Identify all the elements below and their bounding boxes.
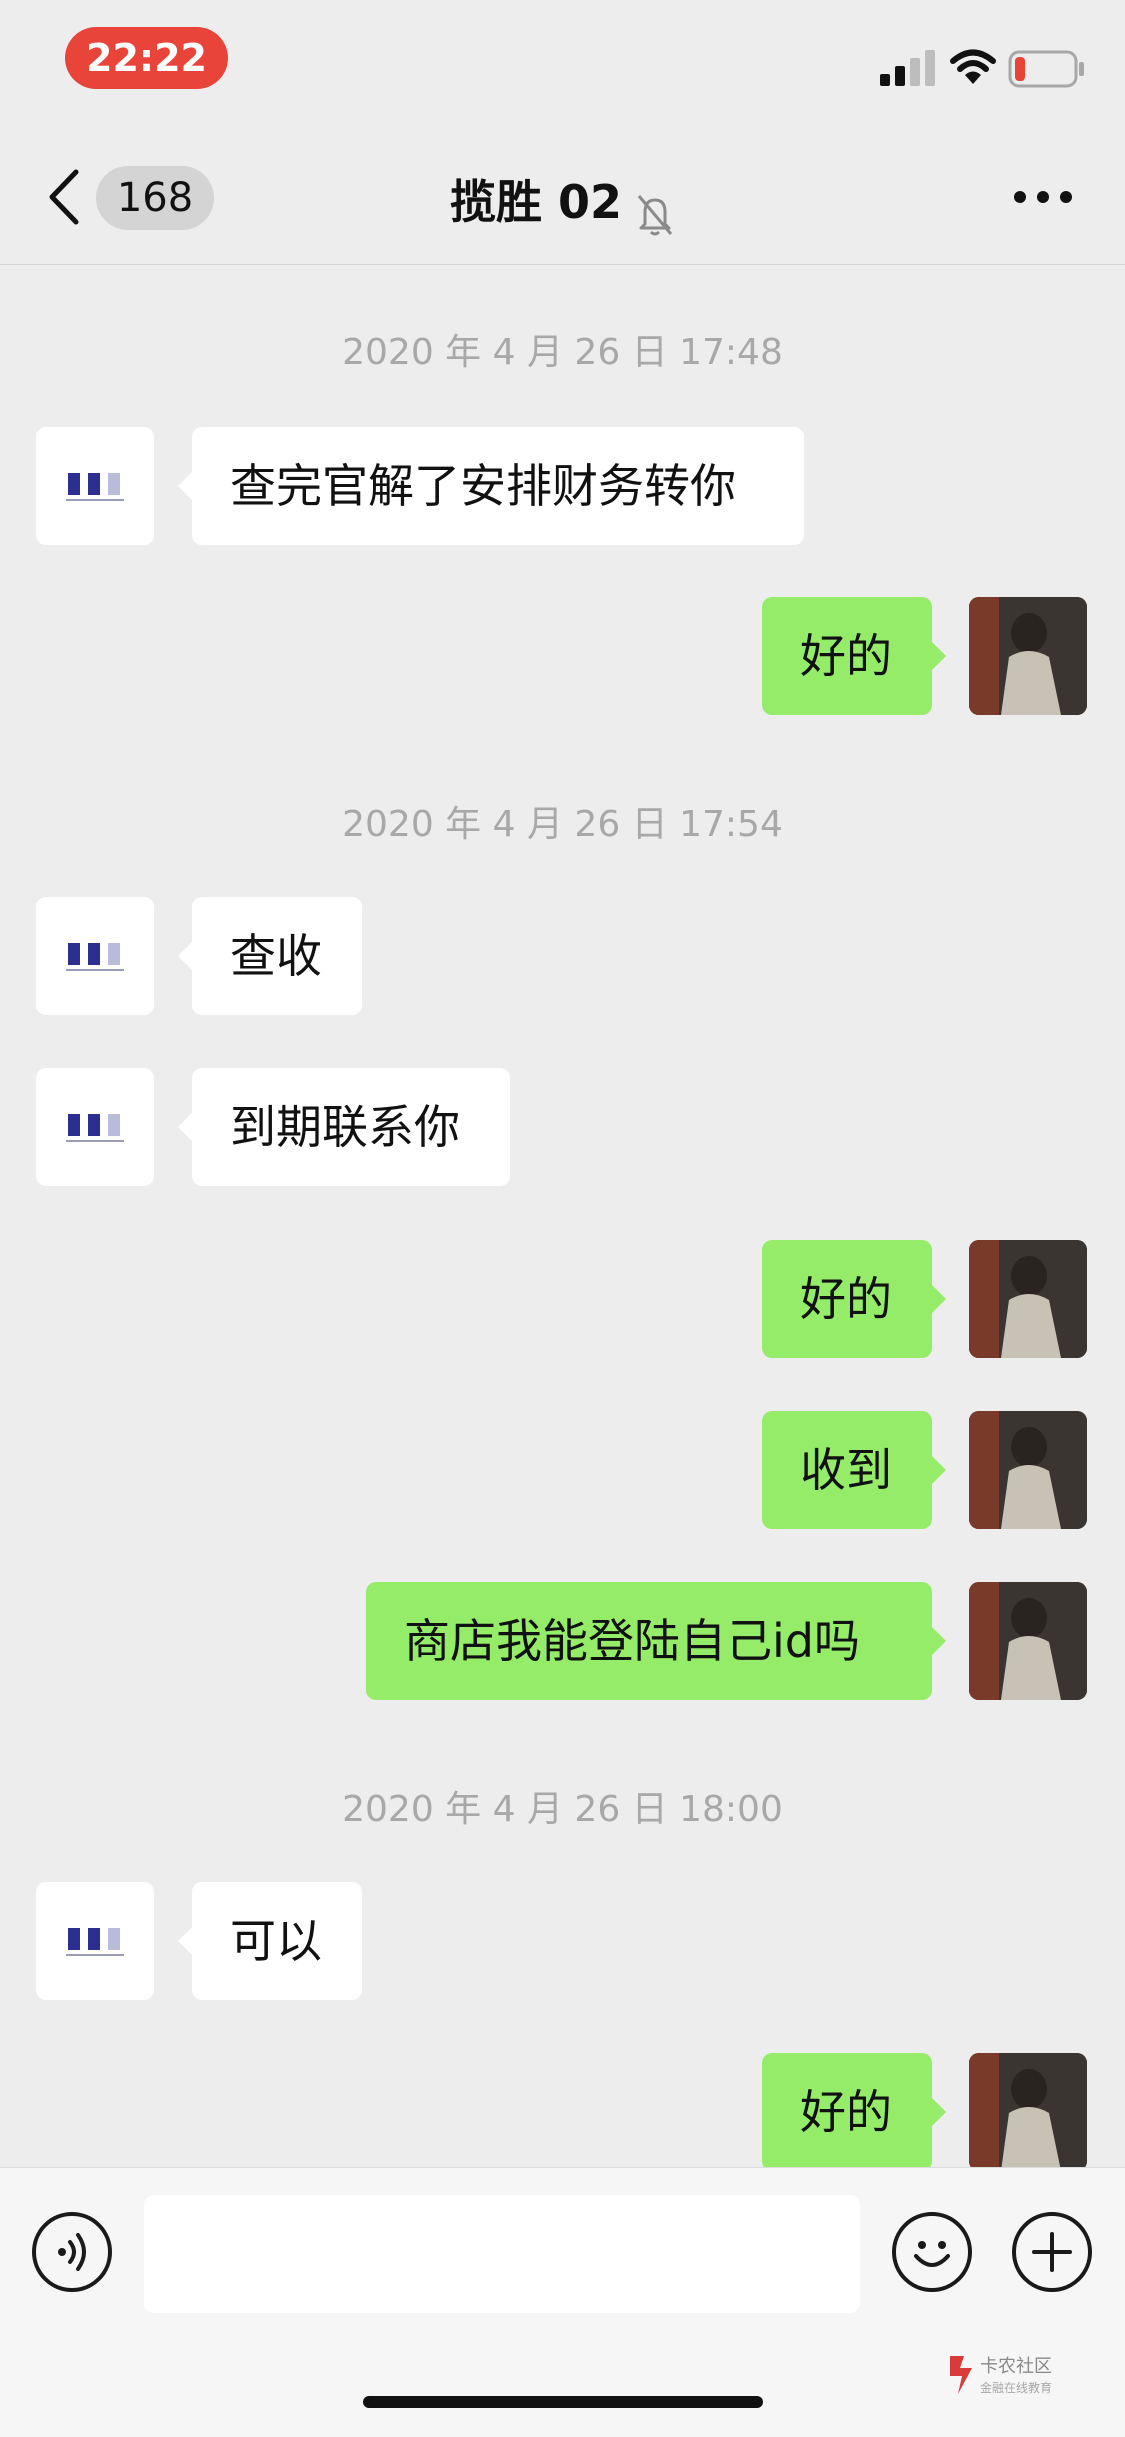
incoming-message-bubble[interactable]: 查收: [178, 897, 362, 1015]
chat-title-row: 揽胜 02: [0, 166, 1125, 236]
outgoing-message-bubble[interactable]: 好的: [762, 1240, 946, 1358]
contact-avatar[interactable]: [36, 427, 154, 545]
home-indicator: [363, 2396, 763, 2408]
voice-button[interactable]: [32, 2212, 112, 2292]
status-bar: 22:22: [0, 0, 1125, 130]
more-dots-icon[interactable]: [1013, 190, 1073, 204]
company-logo-icon: [66, 1114, 124, 1142]
message-timestamp: 2020 年 4 月 26 日 18:00: [342, 1789, 783, 1830]
emoji-button[interactable]: [892, 2212, 972, 2292]
cellular-signal-icon: [880, 50, 935, 86]
emoji-icon: [914, 2241, 950, 2267]
company-logo-icon: [66, 473, 124, 501]
user-photo-icon: [969, 597, 1087, 715]
plus-icon: [1032, 2232, 1072, 2272]
my-avatar[interactable]: [969, 1411, 1087, 1529]
wifi-icon: [950, 49, 996, 84]
incoming-message-bubble[interactable]: 到期联系你: [178, 1068, 510, 1186]
user-photo-icon: [969, 1582, 1087, 1700]
chat-header: 168 揽胜 02: [0, 130, 1125, 265]
my-avatar[interactable]: [969, 1582, 1087, 1700]
voice-icon: [58, 2233, 86, 2271]
incoming-message-bubble[interactable]: 可以: [178, 1882, 362, 2000]
contact-avatar[interactable]: [36, 897, 154, 1015]
outgoing-message-bubble[interactable]: 好的: [762, 2053, 946, 2167]
message-input[interactable]: [144, 2195, 860, 2313]
user-photo-icon: [969, 1411, 1087, 1529]
bell-off-icon: [637, 194, 673, 235]
status-time: 22:22: [65, 27, 228, 89]
outgoing-message-bubble[interactable]: 好的: [762, 597, 946, 715]
contact-avatar[interactable]: [36, 1068, 154, 1186]
message-timestamp: 2020 年 4 月 26 日 17:48: [342, 332, 783, 373]
message-timestamp: 2020 年 4 月 26 日 17:54: [342, 804, 783, 845]
battery-icon: [1008, 50, 1084, 88]
svg-text:金融在线教育: 金融在线教育: [980, 2380, 1052, 2395]
more-functions-button[interactable]: [1012, 2212, 1092, 2292]
my-avatar[interactable]: [969, 1240, 1087, 1358]
incoming-message-bubble[interactable]: 查完官解了安排财务转你: [178, 427, 804, 545]
user-photo-icon: [969, 2053, 1087, 2167]
outgoing-message-bubble[interactable]: 商店我能登陆自己id吗: [366, 1582, 946, 1700]
chat-title[interactable]: 揽胜 02: [450, 175, 622, 229]
company-logo-icon: [66, 943, 124, 971]
svg-text:卡农社区: 卡农社区: [980, 2356, 1052, 2377]
user-photo-icon: [969, 1240, 1087, 1358]
my-avatar[interactable]: [969, 2053, 1087, 2167]
company-logo-icon: [66, 1928, 124, 1956]
message-list[interactable]: 2020 年 4 月 26 日 17:48 查完官解了安排财务转你 好的 202…: [0, 265, 1125, 2167]
contact-avatar[interactable]: [36, 1882, 154, 2000]
watermark: 卡农社区 金融在线教育: [946, 2350, 1096, 2398]
outgoing-message-bubble[interactable]: 收到: [762, 1411, 946, 1529]
my-avatar[interactable]: [969, 597, 1087, 715]
watermark-logo: 卡农社区 金融在线教育: [950, 2356, 1052, 2395]
